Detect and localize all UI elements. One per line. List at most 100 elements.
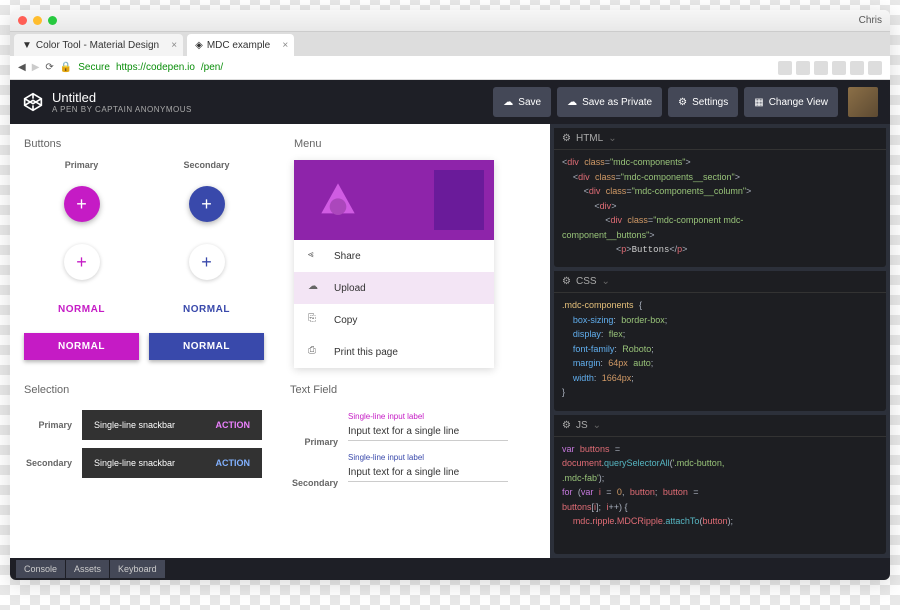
chevron-down-icon[interactable]: ⌄ [602, 276, 610, 287]
snackbar-secondary[interactable]: Single-line snackbarACTION [82, 448, 262, 478]
upload-icon: ☁ [308, 281, 322, 295]
close-window-icon[interactable] [18, 16, 27, 25]
pen-title[interactable]: Untitled [52, 90, 192, 105]
pen-author: A PEN BY CAPTAIN ANONYMOUS [52, 105, 192, 114]
tab-favicon: ▼ [22, 40, 32, 51]
codepen-body: Buttons Primary Secondary + + + + NORMAL… [10, 124, 890, 558]
settings-button[interactable]: ⚙Settings [668, 87, 738, 117]
layout-icon: ▦ [754, 97, 763, 108]
url-path[interactable]: /pen/ [201, 62, 223, 73]
fab-secondary-outline[interactable]: + [189, 244, 225, 280]
maximize-window-icon[interactable] [48, 16, 57, 25]
menu-item-upload[interactable]: ☁Upload [294, 272, 494, 304]
text-button-primary[interactable]: NORMAL [24, 296, 139, 323]
traffic-lights [18, 16, 57, 25]
gear-icon[interactable]: ⚙ [562, 133, 571, 144]
save-private-button[interactable]: ☁Save as Private [557, 87, 662, 117]
fab-secondary[interactable]: + [189, 186, 225, 222]
chevron-down-icon[interactable]: ⌄ [593, 420, 601, 431]
code-area[interactable]: var buttons = document.querySelectorAll(… [554, 437, 886, 554]
row-label: Secondary [24, 458, 72, 468]
minimize-window-icon[interactable] [33, 16, 42, 25]
raised-button-primary[interactable]: NORMAL [24, 333, 139, 360]
column-header: Secondary [149, 160, 264, 170]
snackbar-action[interactable]: ACTION [216, 458, 251, 468]
text-input-secondary[interactable] [348, 464, 508, 482]
extension-icon[interactable] [796, 61, 810, 75]
forward-icon[interactable]: ▶ [32, 62, 40, 73]
cloud-lock-icon: ☁ [567, 97, 577, 108]
keyboard-button[interactable]: Keyboard [110, 560, 165, 578]
text-input-primary[interactable] [348, 423, 508, 441]
copy-icon: ⎘ [308, 313, 322, 327]
back-icon[interactable]: ◀ [18, 62, 26, 73]
text-button-secondary[interactable]: NORMAL [149, 296, 264, 323]
browser-window: Chris ▼ Color Tool - Material Design × ◈… [10, 10, 890, 580]
browser-tab[interactable]: ▼ Color Tool - Material Design × [14, 34, 183, 56]
menu-item-copy[interactable]: ⎘Copy [294, 304, 494, 336]
avatar[interactable] [848, 87, 878, 117]
console-button[interactable]: Console [16, 560, 65, 578]
menu-item-print[interactable]: ⎙Print this page [294, 336, 494, 368]
menu-section: Menu ⪡Share ☁Upload ⎘Copy ⎙Print this pa… [294, 138, 536, 368]
tab-label: Color Tool - Material Design [36, 40, 159, 51]
app-logo-icon [318, 180, 358, 220]
row-label: Primary [24, 420, 72, 430]
codepen-logo-icon[interactable] [22, 91, 44, 113]
editor-column: ⚙ HTML ⌄ <div class="mdc-components"> <div… [550, 124, 890, 558]
close-icon[interactable]: × [282, 40, 288, 51]
extensions [778, 61, 882, 75]
section-heading: Buttons [24, 138, 274, 150]
close-icon[interactable]: × [171, 40, 177, 51]
row-label: Secondary [290, 478, 338, 488]
chevron-down-icon[interactable]: ⌄ [608, 133, 616, 144]
editor-title: HTML [576, 133, 603, 144]
gear-icon[interactable]: ⚙ [562, 276, 571, 287]
codepen-header: Untitled A PEN BY CAPTAIN ANONYMOUS ☁Sav… [10, 80, 890, 124]
extension-icon[interactable] [868, 61, 882, 75]
snackbar-action[interactable]: ACTION [216, 420, 251, 430]
cloud-icon: ☁ [503, 97, 513, 108]
fab-primary[interactable]: + [64, 186, 100, 222]
css-editor: ⚙ CSS ⌄ .mdc-components { box-sizing: bord… [554, 271, 886, 410]
gear-icon: ⚙ [678, 97, 687, 108]
buttons-section: Buttons Primary Secondary + + + + NORMAL… [24, 138, 274, 368]
os-username: Chris [859, 15, 882, 26]
section-heading: Selection [24, 384, 270, 396]
selection-section: Selection Primary Single-line snackbarAC… [24, 384, 270, 488]
codepen-footer: Console Assets Keyboard [10, 558, 890, 580]
share-icon: ⪡ [308, 249, 322, 263]
code-area[interactable]: <div class="mdc-components"> <div class=… [554, 150, 886, 267]
address-bar: ◀ ▶ ⟳ 🔒 Secure https://codepen.io/pen/ [10, 56, 890, 80]
menu-hero [294, 160, 494, 240]
snackbar-primary[interactable]: Single-line snackbarACTION [82, 410, 262, 440]
js-editor: ⚙ JS ⌄ var buttons = document.querySelecto… [554, 415, 886, 554]
browser-tab[interactable]: ◈ MDC example × [187, 34, 294, 56]
preview-pane: Buttons Primary Secondary + + + + NORMAL… [10, 124, 550, 558]
textfield-section: Text Field Primary Single-line input lab… [290, 384, 536, 488]
assets-button[interactable]: Assets [66, 560, 109, 578]
browser-tab-strip: ▼ Color Tool - Material Design × ◈ MDC e… [10, 32, 890, 56]
extension-icon[interactable] [850, 61, 864, 75]
macos-title-bar: Chris [10, 10, 890, 32]
fab-primary-outline[interactable]: + [64, 244, 100, 280]
extension-icon[interactable] [778, 61, 792, 75]
editor-title: CSS [576, 276, 597, 287]
save-button[interactable]: ☁Save [493, 87, 551, 117]
extension-icon[interactable] [814, 61, 828, 75]
code-area[interactable]: .mdc-components { box-sizing: border-box… [554, 293, 886, 410]
reload-icon[interactable]: ⟳ [45, 62, 53, 73]
editor-title: JS [576, 420, 588, 431]
menu-item-share[interactable]: ⪡Share [294, 240, 494, 272]
section-heading: Text Field [290, 384, 536, 396]
raised-button-secondary[interactable]: NORMAL [149, 333, 264, 360]
tab-label: MDC example [207, 40, 270, 51]
row-label: Primary [290, 437, 338, 447]
input-label: Single-line input label [348, 412, 508, 421]
gear-icon[interactable]: ⚙ [562, 420, 571, 431]
pen-title-block: Untitled A PEN BY CAPTAIN ANONYMOUS [52, 90, 192, 114]
change-view-button[interactable]: ▦Change View [744, 87, 838, 117]
column-header: Primary [24, 160, 139, 170]
url-host[interactable]: https://codepen.io [116, 62, 195, 73]
extension-icon[interactable] [832, 61, 846, 75]
